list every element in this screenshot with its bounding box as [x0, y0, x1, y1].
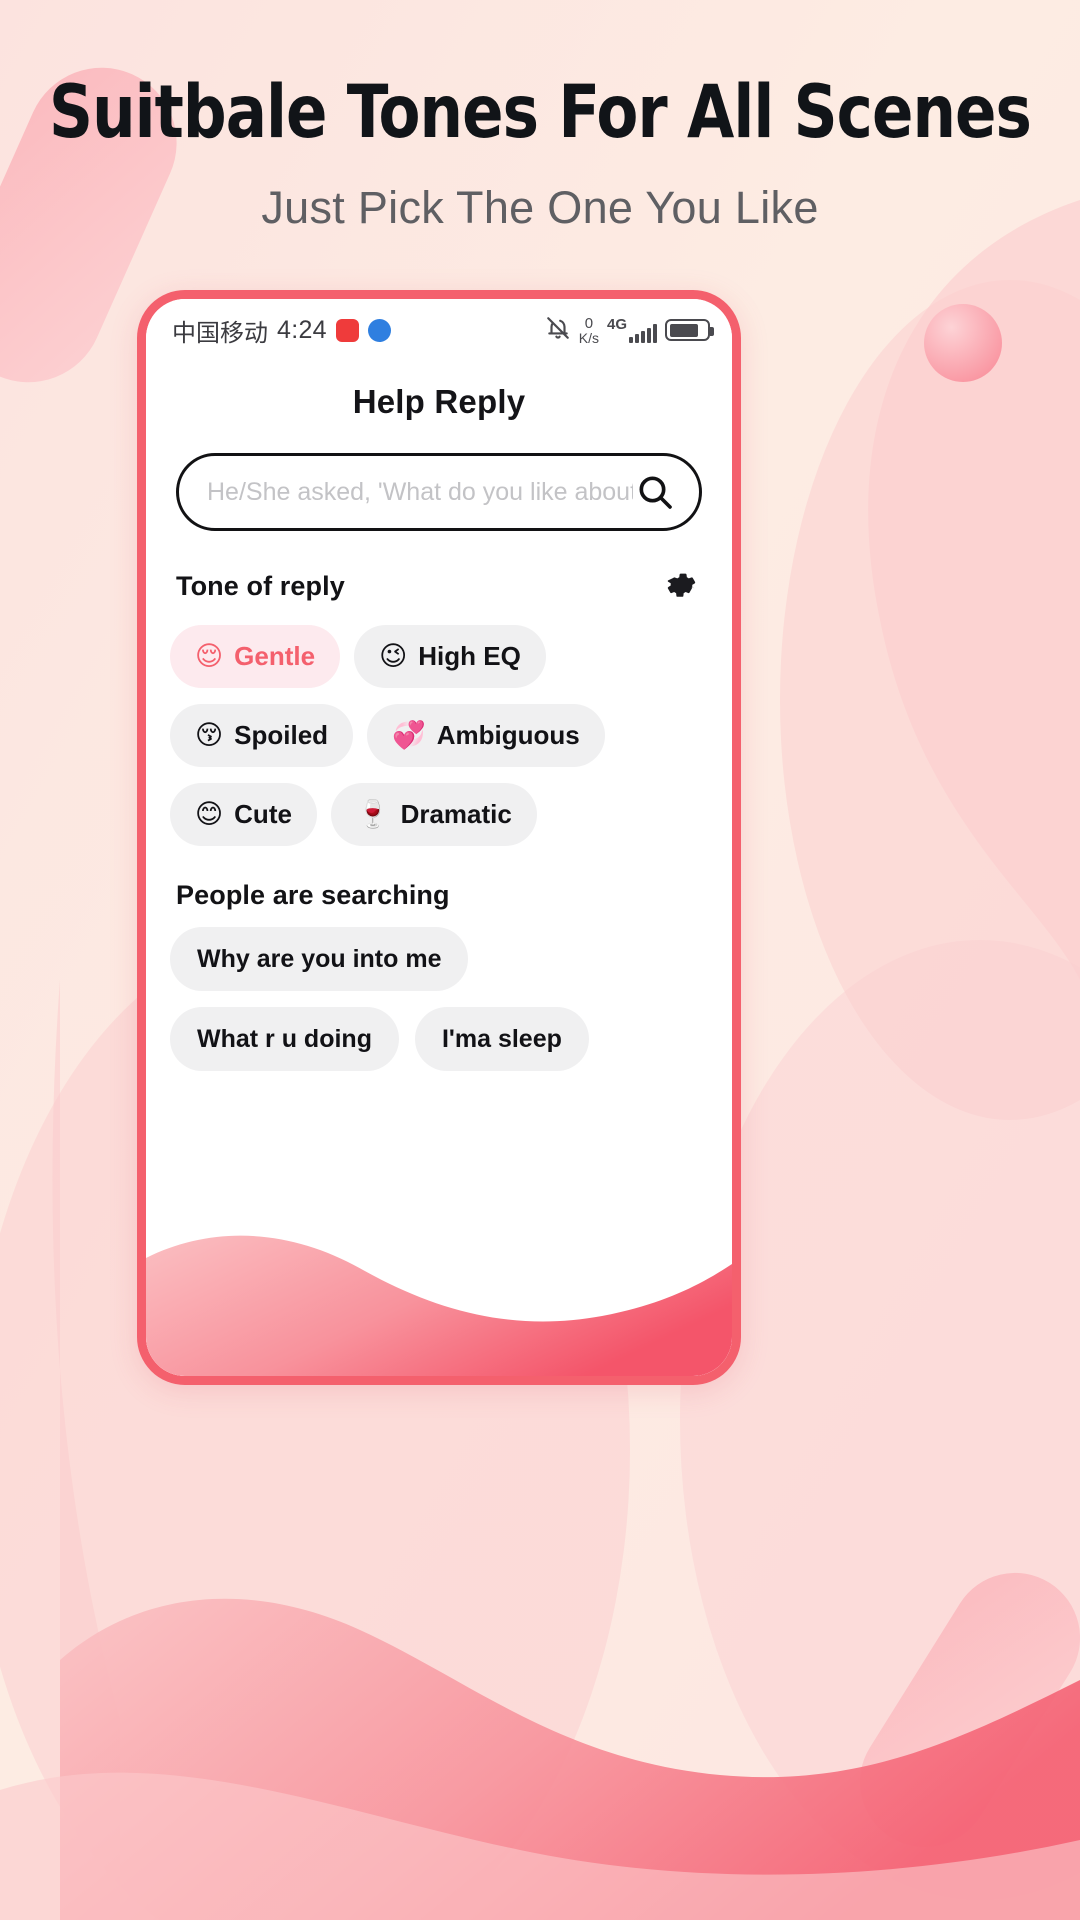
tone-chip-label: High EQ [418, 641, 521, 671]
phone-screen: 中国移动 4:24 0 K/s 4G Help Reply He/She ask… [146, 299, 732, 1376]
network-speed-value: 0 [584, 314, 594, 332]
battery-icon [665, 319, 714, 341]
search-icon[interactable] [633, 470, 677, 514]
red-app-icon [335, 318, 359, 342]
tone-chip-label: Gentle [234, 641, 316, 671]
searching-section-title: People are searching [176, 880, 450, 910]
tone-chip-emoji: 🍷 [355, 799, 390, 830]
tone-chip-emoji: 😚 [195, 720, 224, 751]
suggestion-chip-label: I'ma sleep [441, 1024, 562, 1053]
tone-chip-list: 😌 Gentle 😉 High EQ 😚 Spoiled 💞 Ambiguous 😊 Cute 🍷 D… [170, 625, 708, 846]
search-input[interactable] [207, 477, 633, 507]
status-bar-left: 中国移动 4:24 [172, 313, 391, 348]
search-bar[interactable] [176, 453, 702, 531]
page-title: Suitbale Tones For All Scenes [49, 70, 1032, 155]
searching-section-header: People are searching [176, 880, 702, 911]
tone-chip-label: Spoiled [234, 720, 329, 750]
tone-section-header: Tone of reply [176, 565, 702, 607]
tone-chip[interactable]: 🍷 Dramatic [330, 783, 537, 846]
suggestion-chip-label: Why are you into me [197, 944, 442, 973]
tone-chip[interactable]: 💞 Ambiguous [367, 704, 605, 767]
bell-muted-icon [545, 315, 571, 346]
promo-header: Suitbale Tones For All Scenes Just Pick … [0, 76, 1080, 234]
tone-chip-emoji: 😊 [195, 799, 224, 830]
tone-chip[interactable]: 😉 High EQ [354, 625, 546, 688]
gear-icon[interactable] [660, 565, 702, 607]
tone-chip-label: Ambiguous [436, 720, 580, 750]
app-title: Help Reply [352, 383, 526, 420]
screen-bottom-wave [146, 1235, 732, 1376]
tone-chip-label: Cute [234, 799, 292, 829]
blue-app-icon [367, 318, 391, 342]
tone-chip[interactable]: 😊 Cute [170, 783, 317, 846]
status-bar: 中国移动 4:24 0 K/s 4G [146, 299, 732, 361]
suggestion-chip[interactable]: What r u doing [170, 1007, 399, 1071]
suggestion-chip[interactable]: Why are you into me [170, 927, 469, 991]
signal-bars-icon: 4G [607, 317, 657, 343]
network-type-label: 4G [606, 316, 627, 333]
suggestion-chip-list: Why are you into me What r u doing I'ma sl… [170, 927, 708, 1071]
tone-section-title: Tone of reply [176, 570, 345, 601]
tone-chip-emoji: 😉 [379, 641, 408, 672]
suggestion-chip-label: What r u doing [197, 1024, 372, 1053]
network-speed-indicator: 0 K/s [579, 316, 599, 345]
suggestion-chip[interactable]: I'ma sleep [414, 1007, 589, 1071]
signal-bars [629, 324, 657, 343]
page-subtitle: Just Pick The One You Like [261, 182, 819, 233]
tone-chip-label: Dramatic [400, 799, 512, 829]
status-time: 4:24 [277, 315, 327, 344]
tone-chip[interactable]: 😚 Spoiled [170, 704, 354, 767]
carrier-label: 中国移动 [172, 318, 268, 347]
network-speed-unit: K/s [578, 329, 599, 346]
tone-chip-emoji: 💞 [392, 720, 426, 751]
tone-chip[interactable]: 😌 Gentle [170, 625, 341, 688]
phone-mockup: 中国移动 4:24 0 K/s 4G Help Reply He/She ask… [137, 290, 741, 1385]
status-bar-right: 0 K/s 4G [545, 315, 714, 346]
tone-chip-emoji: 😌 [195, 641, 224, 672]
